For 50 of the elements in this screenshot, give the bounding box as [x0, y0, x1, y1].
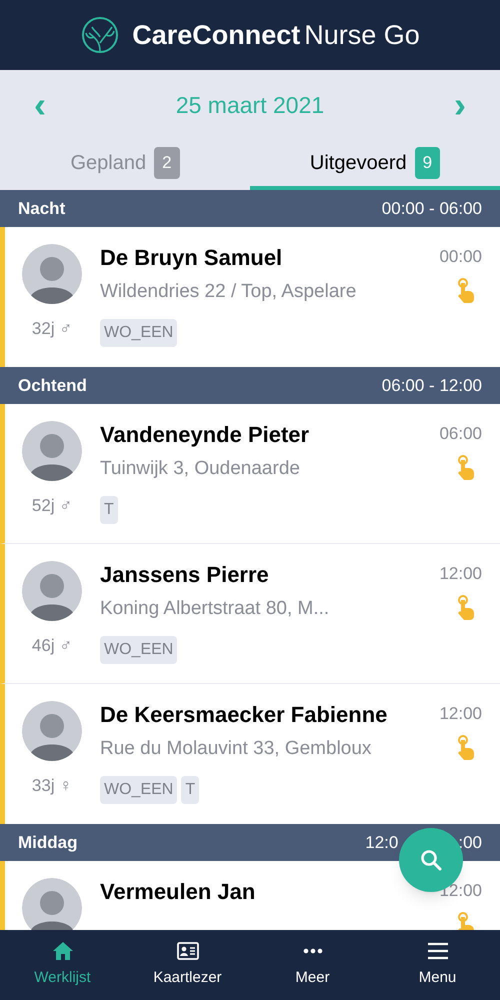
avatar-icon — [22, 701, 82, 761]
patient-name: Janssens Pierre — [100, 561, 270, 589]
age-gender: 46j ♂ — [32, 635, 72, 657]
time-range: :00 — [458, 832, 482, 854]
avatar-icon — [22, 561, 82, 621]
tree-logo-icon — [80, 15, 120, 55]
visit-time: 12:00 — [439, 703, 482, 725]
tag: WO_EEN — [100, 318, 178, 346]
patient-name: De Bruyn Samuel — [100, 244, 284, 272]
nav-tab[interactable]: Werklijst — [0, 930, 125, 1000]
visit-time: 00:00 — [439, 246, 482, 268]
tag: T — [100, 496, 118, 524]
nav-tab[interactable]: Meer — [250, 930, 375, 1000]
home-icon — [52, 940, 74, 961]
tag: T — [181, 776, 200, 804]
more-icon — [302, 948, 322, 954]
menu-icon — [426, 942, 448, 960]
patient-address: Wildendries 22 / Top, Aspelare — [100, 280, 358, 304]
age-gender: 52j ♂ — [32, 495, 72, 517]
visit-time: 06:00 — [439, 423, 482, 445]
patient-name: Vermeulen Jan — [100, 878, 256, 906]
patient-address: Koning Albertstraat 80, M... — [100, 597, 330, 621]
tag: WO_EEN — [100, 636, 178, 664]
patient-address: Tuinwijk 3, Oudenaarde — [100, 457, 301, 481]
app-subtitle: Nurse Go — [304, 18, 420, 52]
visit-time: 12:00 — [439, 563, 482, 585]
section-title: Nacht — [18, 198, 66, 220]
patient-row[interactable]: 52j ♂ Vandeneynde Pieter Tuinwijk 3, Oudenaarde T 06:00 — [0, 404, 500, 544]
patient-row[interactable]: 46j ♂ Janssens Pierre Koning Albertstraat 80, M... WO_EEN 12:00 — [0, 544, 500, 684]
time-range: 06:00 - 12:00 — [382, 374, 482, 397]
avatar-icon — [22, 421, 82, 481]
count-badge: 2 — [154, 147, 180, 179]
age-gender: 33j ♀ — [32, 775, 72, 797]
patient-address: Rue du Molauvint 33, Gembloux — [100, 737, 372, 761]
date-label: 25 maart 2021 — [176, 90, 324, 120]
nav-tab[interactable]: Kaartlezer — [125, 930, 250, 1000]
time-range: 00:00 - 06:00 — [382, 198, 482, 220]
section-title: Ochtend — [18, 374, 87, 397]
patient-name: De Keersmaecker Fabienne — [100, 701, 388, 729]
app-title: CareConnect — [132, 18, 300, 52]
avatar-icon — [22, 244, 82, 304]
nav-tab[interactable]: Menu — [375, 930, 500, 1000]
id-card-icon — [176, 942, 198, 960]
time-range: 12:0 — [365, 832, 398, 854]
search-icon — [419, 848, 443, 872]
patient-name: Vandeneynde Pieter — [100, 421, 310, 449]
age-gender: 32j ♂ — [32, 318, 72, 340]
count-badge: 9 — [414, 147, 440, 179]
section-title: Middag — [18, 832, 78, 854]
tag: WO_EEN — [100, 776, 178, 804]
